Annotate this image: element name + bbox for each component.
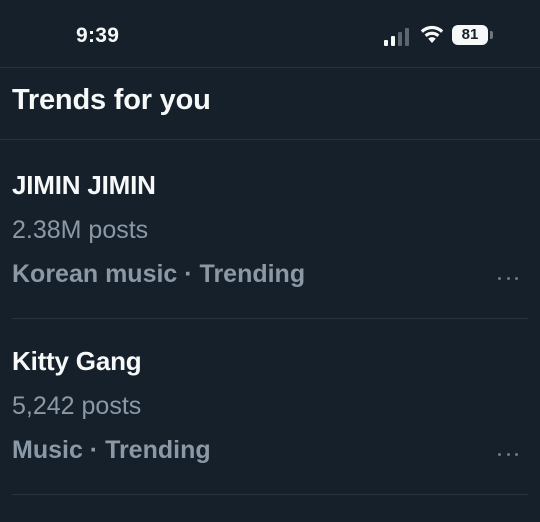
more-dot-icon — [498, 452, 501, 456]
trend-post-count: 5,242 posts — [12, 392, 142, 420]
battery-icon: 81 — [452, 25, 496, 47]
wifi-icon — [420, 25, 444, 43]
more-options-button[interactable] — [494, 442, 522, 466]
battery-level: 81 — [452, 25, 488, 45]
trend-divider — [12, 318, 528, 319]
more-dot-icon — [515, 452, 518, 456]
more-dot-icon — [498, 276, 501, 280]
cellular-signal-icon — [384, 28, 409, 46]
page-title: Trends for you — [12, 84, 211, 116]
battery-cap — [490, 31, 493, 39]
trend-meta: Music · Trending — [12, 436, 211, 464]
trend-post-count: 2.38M posts — [12, 216, 149, 244]
trend-item[interactable]: JIMIN JIMIN 2.38M posts Korean music · T… — [0, 170, 540, 346]
more-dot-icon — [506, 276, 510, 280]
trend-item[interactable]: Kitty Gang 5,242 posts Music · Trending — [0, 346, 540, 522]
trend-meta: Korean music · Trending — [12, 260, 306, 288]
header-divider — [0, 139, 540, 140]
status-time: 9:39 — [76, 24, 120, 47]
trend-name: Kitty Gang — [12, 346, 142, 376]
status-bar: 9:39 81 — [0, 0, 540, 66]
more-dot-icon — [506, 452, 510, 456]
trend-name: JIMIN JIMIN — [12, 170, 156, 200]
more-options-button[interactable] — [494, 266, 522, 290]
status-divider — [0, 67, 540, 68]
more-dot-icon — [515, 276, 518, 280]
trend-divider — [12, 494, 528, 495]
